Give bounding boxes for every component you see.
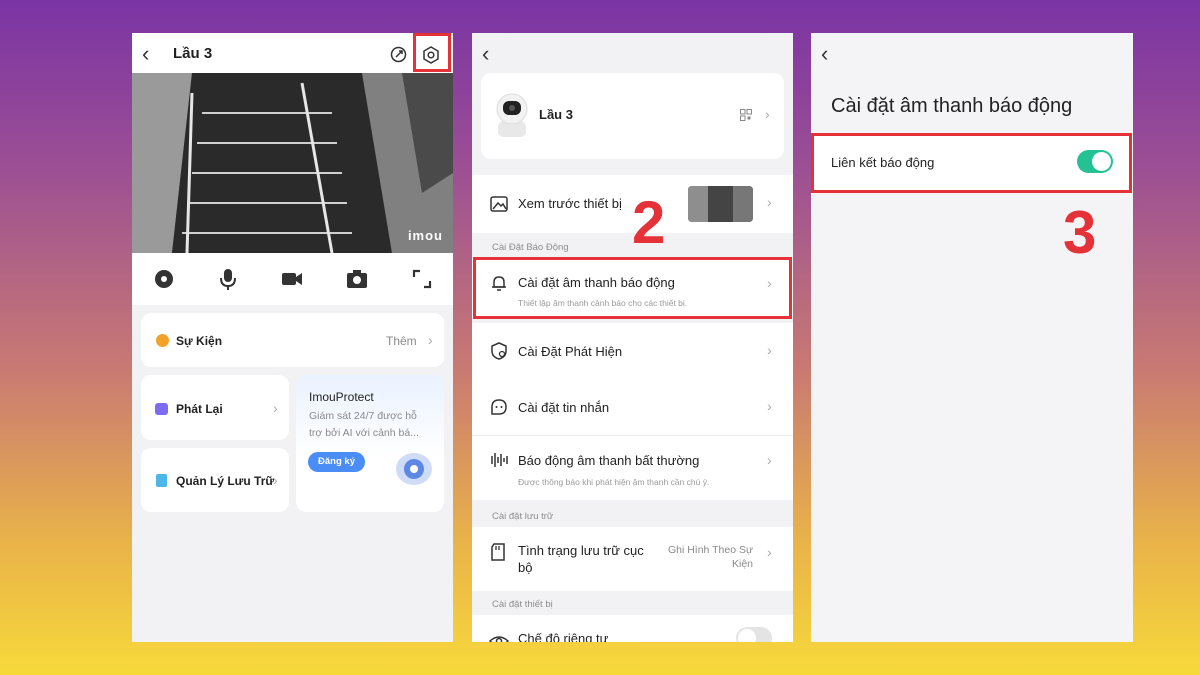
event-label: Sự Kiện [176, 334, 223, 348]
qr-code-icon[interactable] [740, 109, 752, 121]
camera-device-icon [496, 93, 528, 137]
image-preview-icon [490, 196, 508, 212]
privacy-row[interactable]: Chế độ riêng tư [472, 615, 793, 642]
device-name: Lầu 3 [539, 107, 573, 122]
edit-share-icon[interactable] [390, 46, 407, 63]
sd-card-icon [491, 543, 505, 561]
local-storage-label-line2: bộ [518, 560, 533, 575]
shield-gear-icon [491, 342, 507, 360]
chevron-right-icon: › [765, 106, 770, 122]
device-settings-screen: ‹ Lầu 3 › Xem trước thiết bị › Cài Đặt B… [472, 33, 793, 642]
promo-title: ImouProtect [309, 390, 374, 404]
register-button[interactable]: Đăng ký [308, 452, 365, 472]
back-arrow-icon[interactable]: ‹ [482, 41, 489, 67]
chat-bubble-icon [491, 399, 507, 415]
playback-card[interactable]: Phát Lại › [141, 375, 289, 440]
back-arrow-icon[interactable]: ‹ [142, 41, 149, 67]
sound-wave-icon [491, 453, 508, 467]
snapshot-icon[interactable] [345, 267, 369, 291]
privacy-label: Chế độ riêng tư [518, 631, 609, 642]
chevron-right-icon: › [767, 452, 772, 468]
chevron-right-icon: › [767, 398, 772, 414]
abnormal-sound-row[interactable]: Báo động âm thanh bất thường Được thông … [472, 435, 793, 500]
event-more-link[interactable]: Thêm [386, 334, 417, 348]
step-number-3: 3 [1063, 199, 1097, 266]
detection-row[interactable]: Cài Đặt Phát Hiện › [472, 323, 793, 379]
highlight-alarm-sound-box [473, 257, 792, 319]
sd-card-icon [156, 474, 167, 487]
imou-protect-card[interactable]: ImouProtect Giám sát 24/7 được hỗ trợ bở… [296, 375, 444, 512]
chevron-right-icon: › [428, 332, 433, 348]
local-storage-row[interactable]: Tình trạng lưu trữ cục bộ Ghi Hình Theo … [472, 527, 793, 591]
promo-desc-line1: Giám sát 24/7 được hỗ [309, 410, 417, 422]
local-storage-value-line2: Kiện [731, 558, 753, 570]
event-icon [156, 334, 169, 347]
playback-label: Phát Lại [176, 402, 223, 416]
fullscreen-icon[interactable] [410, 267, 434, 291]
joystick-icon[interactable] [152, 267, 176, 291]
camera-video-feed[interactable]: imou [132, 73, 453, 253]
device-title: Lầu 3 [173, 45, 213, 62]
imou-watermark: imou [407, 228, 443, 243]
abnormal-sound-label: Báo động âm thanh bất thường [518, 453, 700, 468]
top-bar: ‹ Lầu 3 [132, 33, 453, 73]
camera-live-screen: ‹ Lầu 3 1 [132, 33, 453, 642]
step-number-2: 2 [632, 189, 666, 256]
chevron-right-icon: › [767, 342, 772, 358]
device-card[interactable]: Lầu 3 › [481, 73, 784, 159]
shield-camera-icon [396, 453, 432, 485]
highlight-alarm-link-box [811, 133, 1132, 193]
back-arrow-icon[interactable]: ‹ [821, 41, 828, 67]
section-storage-settings: Cài đặt lưu trữ [492, 511, 554, 522]
storage-label: Quản Lý Lưu Trữ [176, 474, 275, 488]
local-storage-label-line1: Tình trạng lưu trữ cục [518, 543, 644, 558]
local-storage-value-line1: Ghi Hình Theo Sự [667, 544, 753, 556]
video-record-icon[interactable] [280, 267, 304, 291]
eye-icon [489, 636, 509, 642]
abnormal-sound-description: Được thông báo khi phát hiện âm thanh cầ… [518, 477, 710, 487]
section-device-settings: Cài đặt thiết bị [492, 599, 553, 610]
alarm-sound-settings-screen: ‹ Cài đặt âm thanh báo động Liên kết báo… [811, 33, 1133, 642]
microphone-icon[interactable] [216, 267, 240, 291]
promo-desc-line2: trợ bởi AI với cảnh bá... [309, 427, 419, 439]
camera-controls-bar [132, 253, 453, 305]
preview-label: Xem trước thiết bị [518, 196, 622, 211]
highlight-settings-box [413, 33, 451, 72]
page-title: Cài đặt âm thanh báo động [831, 95, 1073, 117]
playback-icon [155, 403, 168, 415]
staircase-image [132, 73, 453, 253]
preview-thumbnail [688, 186, 753, 222]
storage-card[interactable]: Quản Lý Lưu Trữ › [141, 448, 289, 512]
section-alarm-settings: Cài Đặt Báo Động [492, 242, 569, 253]
chevron-right-icon: › [767, 544, 772, 560]
message-row[interactable]: Cài đặt tin nhắn › [472, 379, 793, 435]
event-card[interactable]: Sự Kiện Thêm › [141, 313, 444, 367]
privacy-toggle[interactable] [736, 627, 772, 642]
detection-label: Cài Đặt Phát Hiện [518, 344, 623, 359]
chevron-right-icon: › [273, 472, 278, 488]
chevron-right-icon: › [767, 194, 772, 210]
chevron-right-icon: › [273, 400, 278, 416]
message-label: Cài đặt tin nhắn [518, 400, 610, 415]
